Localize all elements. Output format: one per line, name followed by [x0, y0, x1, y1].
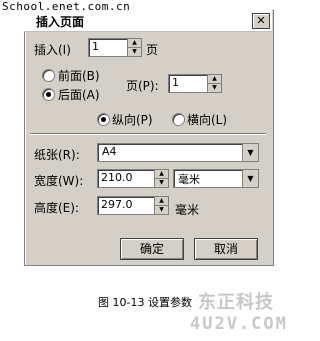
cancel-button[interactable]: 取消	[194, 238, 258, 260]
page-value: 1	[172, 76, 179, 89]
portrait-radio[interactable]	[97, 113, 110, 126]
height-label: 高度(E):	[34, 201, 79, 215]
watermark-url: 4U2V.COM	[190, 314, 288, 334]
landscape-radio[interactable]	[172, 113, 185, 126]
height-stepper[interactable]: 297.0 ▲ ▼	[97, 196, 169, 215]
close-icon: ✕	[256, 14, 266, 27]
unit-select[interactable]: 毫米 ▼	[173, 169, 259, 188]
spin-down-icon[interactable]: ▼	[154, 179, 168, 187]
page-label: 页(P):	[126, 79, 159, 93]
landscape-label[interactable]: 横向(L)	[187, 111, 227, 128]
insert-unit-label: 页	[146, 43, 159, 57]
chevron-down-icon[interactable]: ▼	[242, 144, 258, 161]
width-stepper[interactable]: 210.0 ▲ ▼	[97, 169, 169, 188]
after-radio[interactable]	[42, 88, 55, 101]
spin-up-icon[interactable]: ▲	[207, 75, 221, 84]
spin-down-icon[interactable]: ▼	[207, 84, 221, 92]
ok-button[interactable]: 确定	[120, 238, 184, 260]
spin-down-icon[interactable]: ▼	[154, 206, 168, 214]
paper-select[interactable]: A4 ▼	[97, 143, 259, 162]
spin-up-icon[interactable]: ▲	[154, 170, 168, 179]
unit-value: 毫米	[178, 173, 200, 186]
spin-up-icon[interactable]: ▲	[127, 39, 141, 48]
height-value: 297.0	[101, 198, 133, 211]
insert-count-value: 1	[92, 40, 99, 53]
insert-count-label: 插入(I)	[34, 43, 71, 57]
insert-count-stepper[interactable]: 1 ▲ ▼	[88, 38, 142, 57]
before-label[interactable]: 前面(B)	[58, 67, 100, 84]
height-unit-label: 毫米	[175, 203, 200, 217]
spin-up-icon[interactable]: ▲	[154, 197, 168, 206]
watermark-logo: 东正科技	[198, 292, 274, 313]
spin-down-icon[interactable]: ▼	[127, 48, 141, 56]
paper-label: 纸张(R):	[34, 148, 80, 162]
paper-value: A4	[102, 145, 117, 158]
separator	[30, 133, 266, 134]
width-value: 210.0	[101, 171, 133, 184]
dialog-title: 插入页面	[36, 15, 85, 29]
page-stepper[interactable]: 1 ▲ ▼	[168, 74, 222, 93]
close-button[interactable]: ✕	[252, 13, 270, 29]
portrait-label[interactable]: 纵向(P)	[112, 111, 153, 128]
before-radio[interactable]	[42, 69, 55, 82]
after-label[interactable]: 后面(A)	[58, 86, 100, 103]
figure-caption: 图 10-13 设置参数	[98, 296, 192, 309]
chevron-down-icon[interactable]: ▼	[242, 170, 258, 187]
width-label: 宽度(W):	[34, 174, 84, 188]
